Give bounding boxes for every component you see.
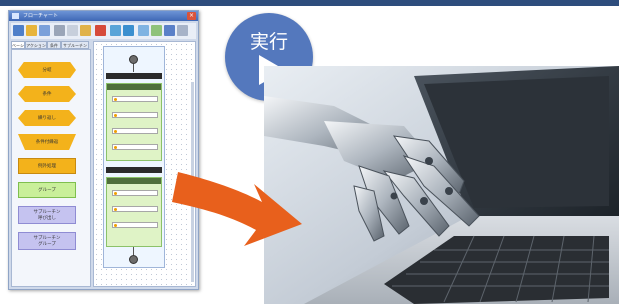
tab-subroutine[interactable]: サブルーチン — [61, 41, 89, 49]
top-accent-bar — [0, 0, 619, 6]
execute-label: 実行 — [249, 31, 288, 53]
title-bar: フローチャート × — [9, 11, 198, 21]
tab-basic[interactable]: ベーシ — [11, 41, 25, 49]
app-icon — [12, 13, 19, 19]
step-icon — [114, 146, 117, 149]
robot-hand-typing-image — [264, 66, 619, 304]
group-block-2[interactable] — [106, 177, 162, 247]
tab-action[interactable]: アクション — [25, 41, 47, 49]
delete-icon[interactable] — [95, 25, 106, 36]
step-icon — [114, 208, 117, 211]
orange-arrow — [172, 172, 302, 246]
robot-laptop-photo — [264, 66, 619, 304]
flow-bar — [106, 167, 162, 173]
save-icon[interactable] — [39, 25, 50, 36]
zoom-icon[interactable] — [138, 25, 149, 36]
end-node[interactable] — [129, 255, 138, 264]
toolbar — [11, 23, 196, 39]
group-block-1[interactable] — [106, 83, 162, 161]
cut-icon[interactable] — [54, 25, 65, 36]
close-button[interactable]: × — [187, 12, 196, 20]
paste-icon[interactable] — [80, 25, 91, 36]
grid-icon[interactable] — [177, 25, 188, 36]
palette-item-group[interactable]: グループ — [18, 182, 76, 198]
action-palette: 分岐 条件 繰り返し 条件付繰返 例外処理 グループ サブルーチン 呼び出し サ… — [11, 49, 91, 287]
step-item[interactable] — [112, 96, 158, 102]
run-icon[interactable] — [151, 25, 162, 36]
step-item[interactable] — [112, 222, 158, 228]
open-icon[interactable] — [26, 25, 37, 36]
arrow-shape — [172, 172, 302, 246]
step-item[interactable] — [112, 144, 158, 150]
copy-icon[interactable] — [67, 25, 78, 36]
palette-item-branch[interactable]: 分岐 — [18, 62, 76, 78]
flowchart-lane — [103, 46, 165, 268]
palette-item-loop[interactable]: 繰り返し — [18, 110, 76, 126]
step-item[interactable] — [112, 206, 158, 212]
group-header — [107, 84, 161, 90]
step-icon — [114, 130, 117, 133]
new-icon[interactable] — [13, 25, 24, 36]
check-icon[interactable] — [110, 25, 121, 36]
window-title: フローチャート — [23, 13, 58, 19]
step-icon — [114, 224, 117, 227]
connector-line — [133, 64, 134, 72]
tab-condition[interactable]: 条件 — [47, 41, 61, 49]
connector-line — [133, 247, 134, 255]
flow-bar — [106, 73, 162, 79]
step-item[interactable] — [112, 128, 158, 134]
palette-item-exception[interactable]: 例外処理 — [18, 158, 76, 174]
group-header — [107, 178, 161, 184]
step-item[interactable] — [112, 112, 158, 118]
palette-tabs: ベーシ アクション 条件 サブルーチン — [11, 41, 91, 49]
step-icon — [114, 98, 117, 101]
step-icon — [114, 192, 117, 195]
search-icon[interactable] — [123, 25, 134, 36]
palette-item-conditional-loop[interactable]: 条件付繰返 — [18, 134, 76, 150]
palette-item-condition[interactable]: 条件 — [18, 86, 76, 102]
start-node[interactable] — [129, 55, 138, 64]
palette-item-subroutine-group[interactable]: サブルーチン グループ — [18, 232, 76, 250]
window-icon[interactable] — [164, 25, 175, 36]
palette-item-subroutine-call[interactable]: サブルーチン 呼び出し — [18, 206, 76, 224]
step-item[interactable] — [112, 190, 158, 196]
step-icon — [114, 114, 117, 117]
